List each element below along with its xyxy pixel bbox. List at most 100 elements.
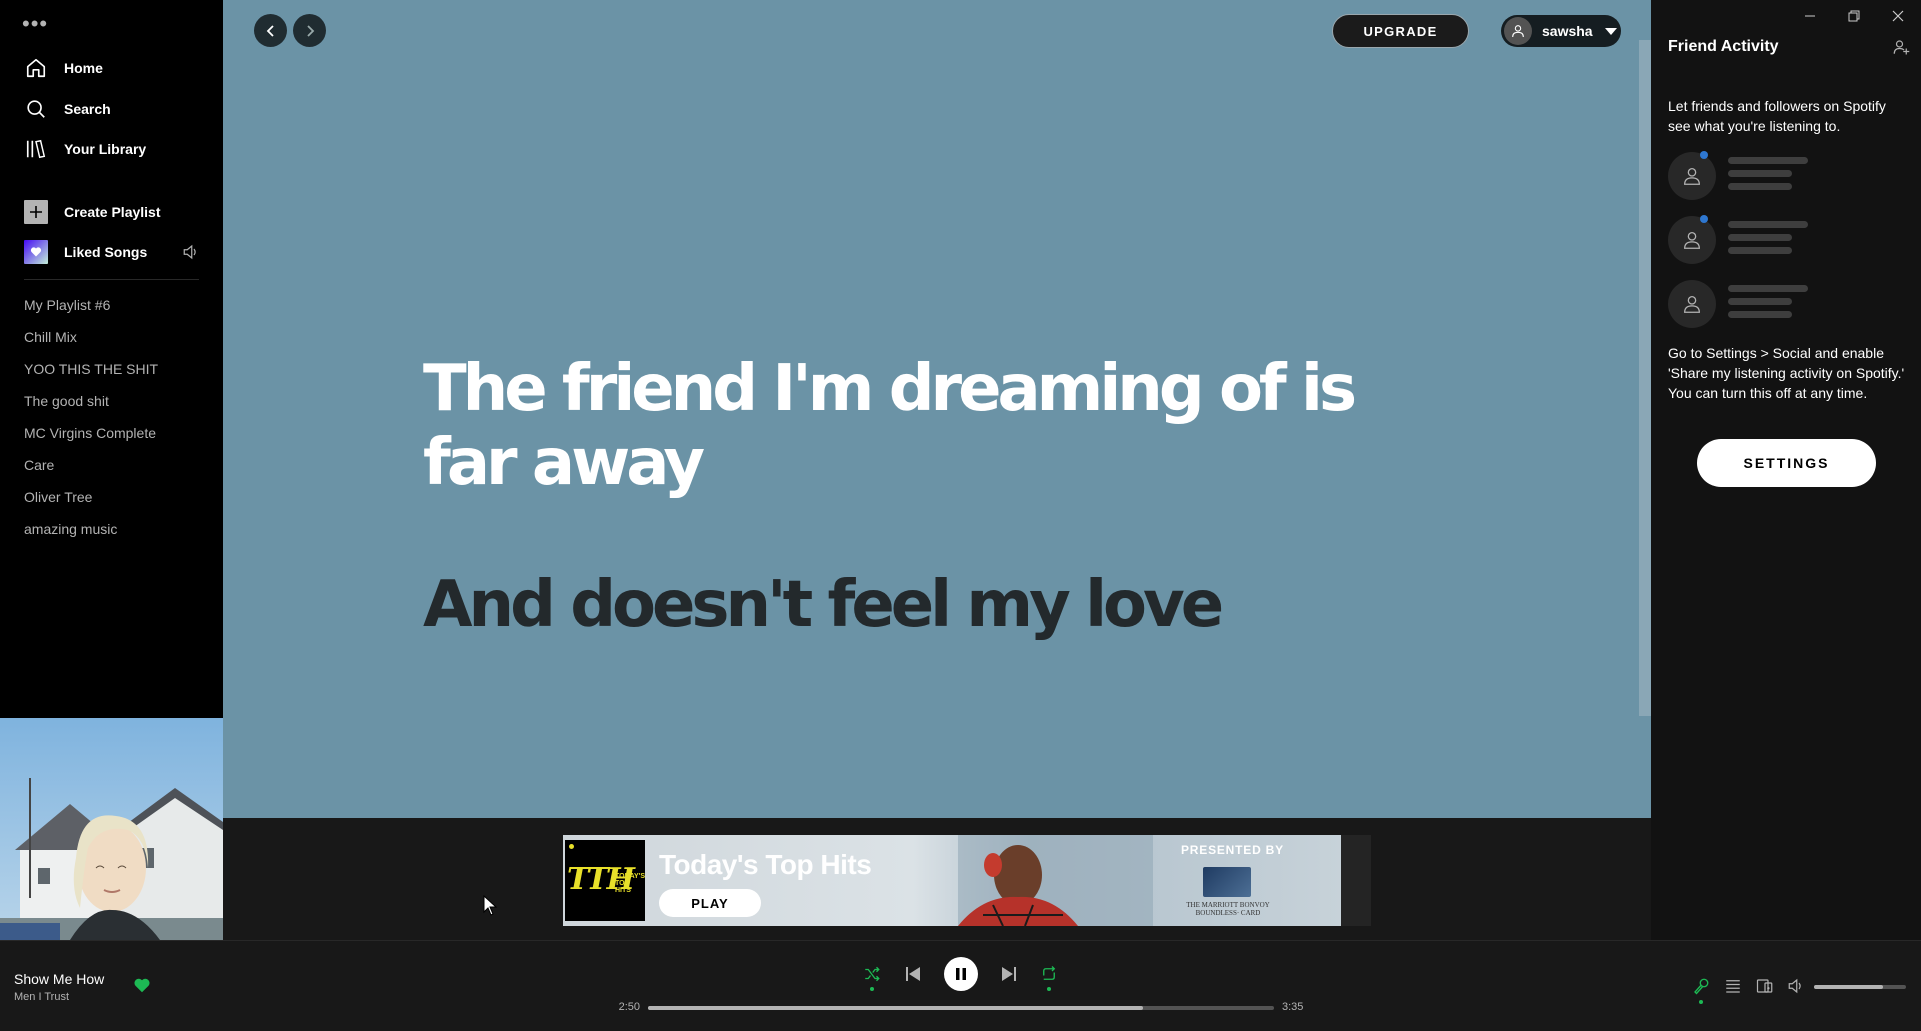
total-time: 3:35 xyxy=(1282,1001,1304,1013)
queue-button[interactable] xyxy=(1724,977,1742,1000)
nav-home[interactable]: Home xyxy=(24,54,103,82)
shuffle-active-dot xyxy=(870,987,874,991)
previous-button[interactable] xyxy=(903,964,923,984)
lyric-next-line[interactable]: And doesn't feel my love xyxy=(423,568,1423,642)
search-icon xyxy=(24,97,48,121)
upgrade-button[interactable]: UPGRADE xyxy=(1332,14,1469,48)
plus-icon xyxy=(24,200,48,224)
minimize-button[interactable] xyxy=(1796,5,1824,27)
mouse-cursor-icon xyxy=(483,895,498,916)
playlist-item[interactable]: Oliver Tree xyxy=(24,489,92,505)
connect-device-button[interactable] xyxy=(1756,977,1774,1000)
back-button[interactable] xyxy=(254,14,287,47)
next-button[interactable] xyxy=(999,964,1019,984)
repeat-button[interactable] xyxy=(1039,964,1059,984)
playlist-item[interactable]: amazing music xyxy=(24,521,117,537)
track-title[interactable]: Show Me How xyxy=(14,971,104,987)
online-dot xyxy=(1700,215,1708,223)
ad-playlist-logo: TTH TODAY'S TOP HITS xyxy=(565,840,645,921)
nav-search[interactable]: Search xyxy=(24,95,111,123)
liked-songs-button[interactable]: Liked Songs xyxy=(24,238,147,266)
track-artist[interactable]: Men I Trust xyxy=(14,991,69,1003)
user-avatar-icon xyxy=(1504,17,1532,45)
minimize-icon xyxy=(1805,15,1815,17)
nav-library-label: Your Library xyxy=(64,141,147,157)
lyrics-mic-button[interactable] xyxy=(1692,977,1710,1000)
speaker-playing-icon xyxy=(182,243,200,266)
lyrics-view: UPGRADE sawsha The friend I'm dreaming o… xyxy=(223,0,1651,818)
progress-bar[interactable] xyxy=(648,1006,1274,1010)
progress-fill xyxy=(648,1006,1143,1010)
shuffle-icon xyxy=(865,966,880,982)
heart-icon xyxy=(24,240,48,264)
close-icon xyxy=(1892,10,1904,22)
close-button[interactable] xyxy=(1884,5,1912,27)
add-friend-icon[interactable] xyxy=(1892,38,1910,61)
album-cover-art[interactable] xyxy=(0,718,223,940)
settings-button[interactable]: SETTINGS xyxy=(1697,439,1876,487)
sidebar: ••• Home Search Your Library Create Play… xyxy=(0,0,223,940)
elapsed-time: 2:50 xyxy=(618,1001,640,1013)
more-dots-icon[interactable]: ••• xyxy=(22,13,48,35)
chevron-left-icon xyxy=(266,24,274,37)
shuffle-button[interactable] xyxy=(862,964,882,984)
ad-banner-area: TTH TODAY'S TOP HITS Today's Top Hits PL… xyxy=(223,818,1651,940)
lyric-current-line[interactable]: The friend I'm dreaming of is far away xyxy=(423,352,1423,500)
friend-activity-instructions: Go to Settings > Social and enable 'Shar… xyxy=(1668,345,1905,401)
playlist-item[interactable]: YOO THIS THE SHIT xyxy=(24,361,158,377)
chevron-right-icon xyxy=(306,24,314,37)
friend-placeholder xyxy=(1668,280,1868,328)
sidebar-divider xyxy=(24,279,199,280)
friend-placeholder xyxy=(1668,215,1868,264)
playlist-item[interactable]: My Playlist #6 xyxy=(24,297,110,313)
friend-activity-panel: Friend Activity Let friends and follower… xyxy=(1651,0,1921,940)
user-icon xyxy=(1668,152,1716,200)
user-menu-button[interactable]: sawsha xyxy=(1501,15,1621,47)
mute-button[interactable] xyxy=(1787,977,1805,1000)
skip-previous-icon xyxy=(906,967,920,981)
playlist-item[interactable]: MC Virgins Complete xyxy=(24,425,156,441)
repeat-icon xyxy=(1043,966,1056,980)
credit-card-image xyxy=(1203,867,1251,897)
playlist-item[interactable]: Chill Mix xyxy=(24,329,77,345)
friend-placeholder xyxy=(1668,151,1868,200)
repeat-active-dot xyxy=(1047,987,1051,991)
ad-sponsor-text: THE MARRIOTT BONVOY BOUNDLESS· CARD xyxy=(1186,901,1270,917)
playlist-item[interactable]: The good shit xyxy=(24,393,109,409)
player-bar: Show Me How Men I Trust 2:50 3:35 xyxy=(0,940,1921,1031)
friend-activity-title: Friend Activity xyxy=(1668,38,1779,55)
liked-songs-label: Liked Songs xyxy=(64,244,148,260)
nav-search-label: Search xyxy=(64,101,111,117)
restore-icon xyxy=(1848,10,1860,22)
home-icon xyxy=(24,56,48,80)
user-icon xyxy=(1668,216,1716,264)
ad-right-panel xyxy=(1341,835,1371,926)
ad-title: Today's Top Hits xyxy=(659,849,872,880)
pause-button[interactable] xyxy=(944,957,978,991)
devices-icon xyxy=(1756,979,1773,993)
nav-library[interactable]: Your Library xyxy=(24,135,146,163)
library-icon xyxy=(24,137,48,161)
playlist-item[interactable]: Care xyxy=(24,457,54,473)
like-heart-icon[interactable] xyxy=(133,977,151,998)
queue-icon xyxy=(1726,980,1740,993)
volume-slider[interactable] xyxy=(1814,985,1906,989)
create-playlist-button[interactable]: Create Playlist xyxy=(24,198,161,226)
lyrics-active-dot xyxy=(1699,1000,1703,1004)
microphone-icon xyxy=(1694,978,1709,995)
scrollbar[interactable] xyxy=(1639,40,1651,716)
ad-play-button[interactable]: PLAY xyxy=(659,889,761,917)
caret-down-icon xyxy=(1604,27,1617,35)
skip-next-icon xyxy=(1002,967,1016,981)
volume-fill xyxy=(1814,985,1883,989)
nav-home-label: Home xyxy=(64,60,103,76)
ad-banner[interactable]: TTH TODAY'S TOP HITS Today's Top Hits PL… xyxy=(563,835,1341,926)
friend-activity-intro: Let friends and followers on Spotify see… xyxy=(1668,98,1886,134)
create-playlist-label: Create Playlist xyxy=(64,204,161,220)
volume-icon xyxy=(1788,978,1801,994)
pause-icon xyxy=(956,968,966,980)
restore-button[interactable] xyxy=(1840,5,1868,27)
forward-button[interactable] xyxy=(293,14,326,47)
online-dot xyxy=(1700,151,1708,159)
username: sawsha xyxy=(1542,23,1593,39)
